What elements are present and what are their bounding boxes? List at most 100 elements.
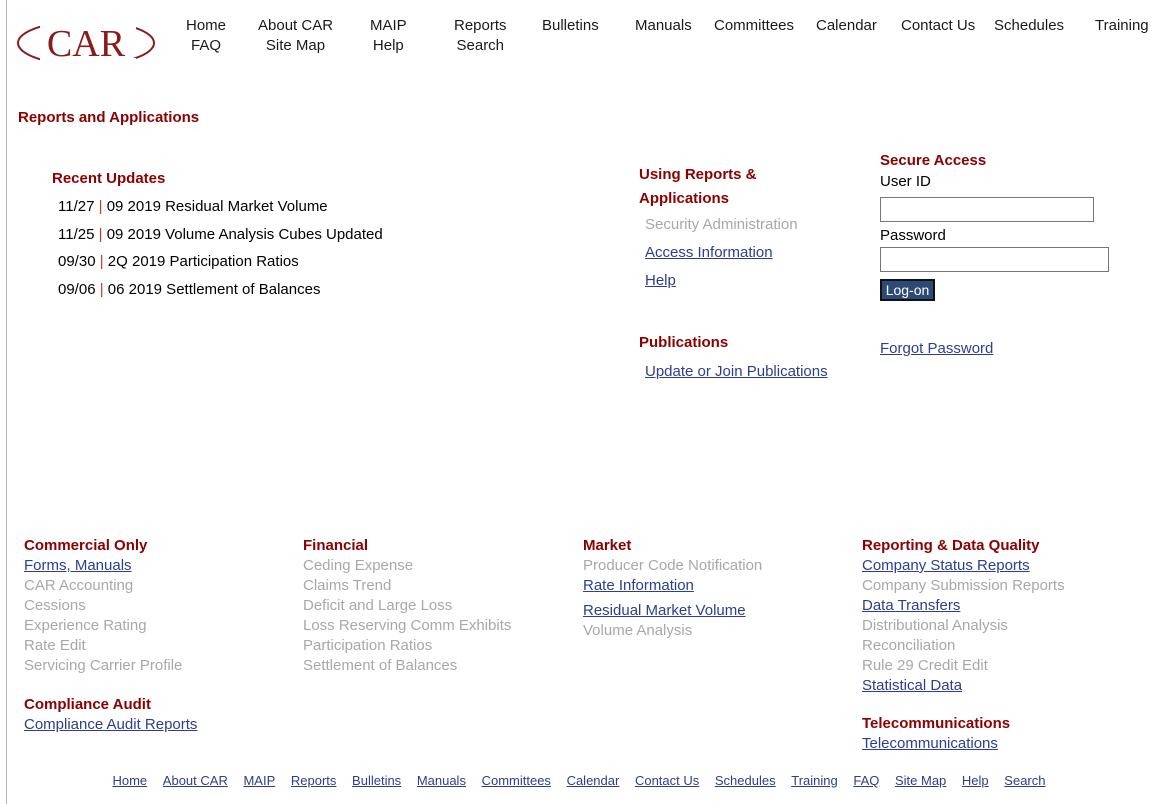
servicing-carrier-profile-item: Servicing Carrier Profile <box>24 657 183 674</box>
nav-calendar-label[interactable]: Calendar <box>816 16 877 36</box>
nav-home[interactable]: Home <box>186 16 226 36</box>
footer-link-contact-us[interactable]: Contact Us <box>635 773 699 788</box>
nav-maip-help[interactable]: MAIP Help <box>370 16 407 56</box>
logon-button[interactable]: Log-on <box>880 279 935 301</box>
loss-reserving-item: Loss Reserving Comm Exhibits <box>303 617 512 634</box>
footer-link-about-car[interactable]: About CAR <box>163 773 228 788</box>
update-date: 11/25 <box>58 225 95 243</box>
using-title-line2: Applications <box>639 190 730 207</box>
footer-link-calendar[interactable]: Calendar <box>567 773 620 788</box>
nav-calendar[interactable]: Calendar <box>816 16 877 36</box>
nav-training[interactable]: Training <box>1095 16 1149 36</box>
list-item[interactable]: 11/27 | 09 2019 Residual Market Volume <box>58 198 383 226</box>
list-item[interactable]: 09/30 | 2Q 2019 Participation Ratios <box>58 253 383 281</box>
nav-manuals-label[interactable]: Manuals <box>635 16 692 36</box>
nav-committees[interactable]: Committees <box>714 16 794 36</box>
experience-rating-item: Experience Rating <box>24 617 147 634</box>
ceding-expense-item: Ceding Expense <box>303 557 414 574</box>
update-text[interactable]: 06 2019 Settlement of Balances <box>108 281 321 298</box>
nav-maip[interactable]: MAIP <box>370 16 407 36</box>
reporting-data-quality-column: Reporting & Data Quality Company Status … <box>862 536 1065 696</box>
nav-reports[interactable]: Reports <box>454 16 507 36</box>
distributional-analysis-item: Distributional Analysis <box>862 617 1008 634</box>
compliance-audit-reports-link[interactable]: Compliance Audit Reports <box>24 716 197 733</box>
footer-link-maip[interactable]: MAIP <box>243 773 275 788</box>
footer-link-site-map[interactable]: Site Map <box>895 773 946 788</box>
footer-link-bulletins[interactable]: Bulletins <box>352 773 401 788</box>
nav-schedules-label[interactable]: Schedules <box>994 16 1064 36</box>
update-text[interactable]: 2Q 2019 Participation Ratios <box>108 253 299 270</box>
nav-home-faq[interactable]: Home FAQ <box>186 16 226 56</box>
financial-column: Financial Ceding Expense Claims Trend De… <box>303 536 511 676</box>
rate-edit-item: Rate Edit <box>24 637 86 654</box>
secure-access-title: Secure Access <box>880 152 987 169</box>
publications-title: Publications <box>639 334 729 351</box>
reconciliation-item: Reconciliation <box>862 637 956 654</box>
residual-market-volume-link[interactable]: Residual Market Volume <box>583 602 746 619</box>
footer-link-search[interactable]: Search <box>1004 773 1045 788</box>
using-links: Security Administration Access Informati… <box>645 216 798 300</box>
update-text[interactable]: 09 2019 Residual Market Volume <box>107 198 328 215</box>
company-status-reports-link[interactable]: Company Status Reports <box>862 557 1030 574</box>
nav-schedules[interactable]: Schedules <box>994 16 1064 36</box>
telecommunications-column: Telecommunications Telecommunications <box>862 714 1010 754</box>
update-join-publications-link[interactable]: Update or Join Publications <box>645 363 828 380</box>
help-link[interactable]: Help <box>645 272 676 289</box>
footer-link-training[interactable]: Training <box>791 773 837 788</box>
nav-help[interactable]: Help <box>370 36 407 56</box>
nav-manuals[interactable]: Manuals <box>635 16 692 36</box>
compliance-audit-title: Compliance Audit <box>24 696 151 713</box>
rate-information-link[interactable]: Rate Information <box>583 577 694 594</box>
nav-about-car[interactable]: About CAR <box>258 16 333 36</box>
financial-title: Financial <box>303 537 369 554</box>
nav-bulletins-label[interactable]: Bulletins <box>542 16 599 36</box>
nav-training-label[interactable]: Training <box>1095 16 1149 36</box>
update-separator: | <box>98 225 103 243</box>
rule-29-credit-edit-item: Rule 29 Credit Edit <box>862 657 988 674</box>
nav-bulletins[interactable]: Bulletins <box>542 16 599 36</box>
footer-link-reports[interactable]: Reports <box>291 773 337 788</box>
footer-link-schedules[interactable]: Schedules <box>715 773 776 788</box>
market-title: Market <box>583 537 632 554</box>
forgot-password-link[interactable]: Forgot Password <box>880 340 993 357</box>
nav-about-sitemap[interactable]: About CAR Site Map <box>258 16 333 56</box>
compliance-audit-column: Compliance Audit Compliance Audit Report… <box>24 695 197 735</box>
company-submission-reports-item: Company Submission Reports <box>862 577 1065 594</box>
nav-faq[interactable]: FAQ <box>186 36 226 56</box>
volume-analysis-item: Volume Analysis <box>583 622 693 639</box>
car-logo[interactable]: CAR <box>16 16 156 68</box>
user-id-input[interactable] <box>880 197 1094 222</box>
footer-link-help[interactable]: Help <box>962 773 989 788</box>
cessions-item: Cessions <box>24 597 86 614</box>
access-information-link[interactable]: Access Information <box>645 244 773 261</box>
reporting-data-quality-title: Reporting & Data Quality <box>862 537 1040 554</box>
nav-contact-us-label[interactable]: Contact Us <box>901 16 975 36</box>
statistical-data-link[interactable]: Statistical Data <box>862 677 962 694</box>
nav-search[interactable]: Search <box>454 36 507 56</box>
user-id-label: User ID <box>880 173 931 190</box>
footer-link-committees[interactable]: Committees <box>482 773 551 788</box>
footer-link-manuals[interactable]: Manuals <box>417 773 466 788</box>
telecommunications-link[interactable]: Telecommunications <box>862 735 998 752</box>
using-reports-title: Using Reports & Applications <box>639 163 757 211</box>
left-frame-border <box>0 0 7 804</box>
commercial-only-column: Commercial Only Forms, Manuals CAR Accou… <box>24 536 182 676</box>
forms-manuals-link[interactable]: Forms, Manuals <box>24 557 132 574</box>
recent-updates-title: Recent Updates <box>52 170 166 187</box>
list-item[interactable]: 11/25 | 09 2019 Volume Analysis Cubes Up… <box>58 226 383 254</box>
claims-trend-item: Claims Trend <box>303 577 392 594</box>
nav-reports-search[interactable]: Reports Search <box>454 16 507 56</box>
nav-committees-label[interactable]: Committees <box>714 16 794 36</box>
market-column: Market Producer Code Notification Rate I… <box>583 536 762 641</box>
commercial-only-title: Commercial Only <box>24 537 148 554</box>
password-label: Password <box>880 227 946 244</box>
nav-site-map[interactable]: Site Map <box>258 36 333 56</box>
nav-contact-us[interactable]: Contact Us <box>901 16 975 36</box>
data-transfers-link[interactable]: Data Transfers <box>862 597 960 614</box>
footer-link-faq[interactable]: FAQ <box>853 773 879 788</box>
list-item[interactable]: 09/06 | 06 2019 Settlement of Balances <box>58 281 383 309</box>
update-text[interactable]: 09 2019 Volume Analysis Cubes Updated <box>107 226 383 243</box>
password-input[interactable] <box>880 247 1109 272</box>
footer-link-home[interactable]: Home <box>112 773 147 788</box>
producer-code-notification-item: Producer Code Notification <box>583 557 763 574</box>
